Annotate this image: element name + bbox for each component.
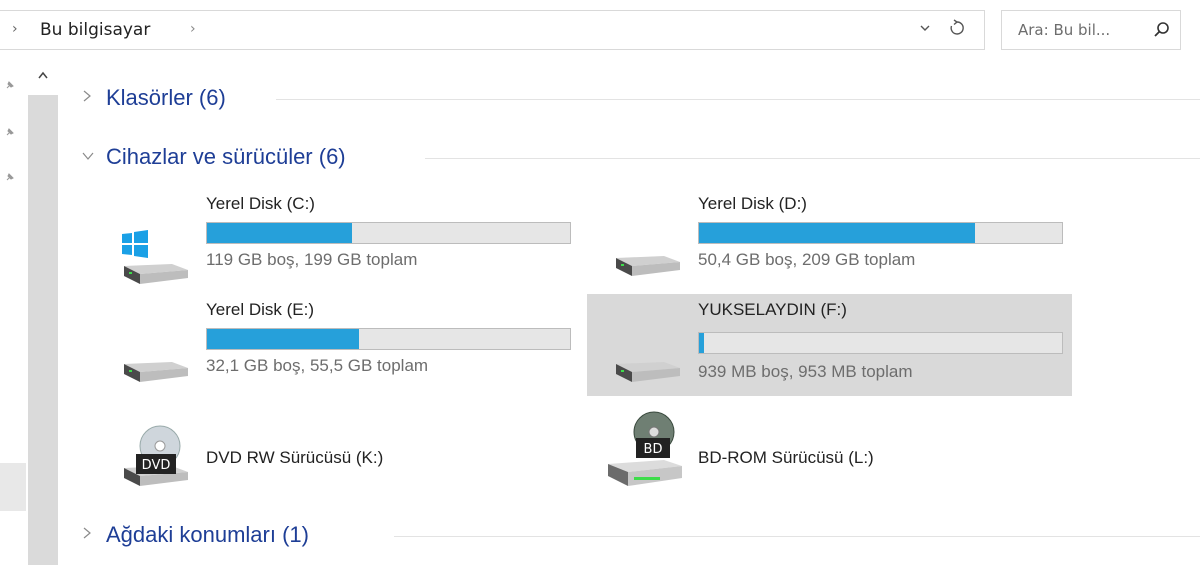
section-folders-header[interactable]: Klasörler (6) (80, 82, 226, 114)
drive-usage-bar (698, 332, 1063, 354)
drive-space-text: 939 MB boş, 953 MB toplam (698, 362, 913, 381)
pin-icon[interactable] (4, 168, 16, 181)
nav-pane-item[interactable] (0, 463, 26, 511)
chevron-right-icon[interactable] (80, 88, 100, 108)
section-divider (394, 536, 1200, 537)
section-network-header[interactable]: Ağdaki konumları (1) (80, 519, 309, 551)
refresh-icon[interactable] (944, 19, 970, 43)
windows-drive-icon (102, 208, 192, 286)
search-box[interactable]: Ara: Bu bil... (1001, 10, 1181, 50)
drive-usage-fill (207, 223, 353, 243)
drive-name: DVD RW Sürücüsü (K:) (206, 448, 384, 467)
drive-usage-fill (699, 223, 975, 243)
section-divider (425, 158, 1200, 159)
drive-usage-bar (206, 222, 571, 244)
drive-tile-l[interactable]: BD BD-ROM Sürücüsü (L:) (580, 410, 1065, 500)
chevron-down-icon[interactable] (80, 148, 100, 167)
search-icon[interactable] (1152, 20, 1172, 40)
drive-tile-d[interactable]: Yerel Disk (D:) 50,4 GB boş, 209 GB topl… (580, 190, 1065, 292)
drive-tile-k[interactable]: DVD DVD RW Sürücüsü (K:) (88, 410, 573, 500)
drive-tile-f[interactable]: YUKSELAYDIN (F:) 939 MB boş, 953 MB topl… (587, 294, 1072, 396)
section-folders-title: Klasörler (6) (106, 85, 226, 110)
dvd-badge: DVD (142, 458, 171, 473)
pin-icon[interactable] (4, 76, 16, 89)
drive-name: Yerel Disk (D:) (698, 194, 807, 213)
chevron-right-icon[interactable] (80, 525, 100, 545)
drive-space-text: 119 GB boş, 199 GB toplam (206, 250, 418, 269)
drive-usage-bar (698, 222, 1063, 244)
breadcrumb-this-pc[interactable]: Bu bilgisayar (40, 20, 150, 40)
breadcrumb-chevron-icon[interactable]: › (190, 21, 196, 37)
drive-usage-bar (206, 328, 571, 350)
section-network-title: Ağdaki konumları (1) (106, 522, 309, 547)
search-input[interactable]: Ara: Bu bil... (1018, 21, 1110, 39)
nav-scrollbar-thumb[interactable] (28, 95, 58, 565)
drive-space-text: 32,1 GB boş, 55,5 GB toplam (206, 356, 429, 375)
recent-locations-chevron-icon[interactable]: › (12, 21, 18, 37)
pin-icon[interactable] (4, 123, 16, 136)
drive-space-text: 50,4 GB boş, 209 GB toplam (698, 250, 916, 269)
drive-usage-fill (207, 329, 360, 349)
bd-badge: BD (644, 442, 663, 457)
drive-name: Yerel Disk (E:) (206, 300, 315, 319)
bd-drive-icon: BD (594, 404, 684, 486)
drive-usage-fill (699, 333, 705, 353)
chevron-down-icon[interactable] (914, 20, 936, 42)
dvd-drive-icon: DVD (102, 416, 192, 494)
address-bar[interactable]: › Bu bilgisayar › (0, 10, 985, 50)
section-devices-header[interactable]: Cihazlar ve sürücüler (6) (80, 141, 346, 173)
drive-name: BD-ROM Sürücüsü (L:) (698, 448, 874, 467)
hard-drive-icon (594, 314, 684, 392)
drive-name: YUKSELAYDIN (F:) (698, 300, 847, 319)
section-divider (276, 99, 1200, 100)
section-devices-title: Cihazlar ve sürücüler (6) (106, 144, 346, 169)
hard-drive-icon (594, 208, 684, 286)
drive-name: Yerel Disk (C:) (206, 194, 315, 213)
top-bar: › Bu bilgisayar › Ara: Bu bil... (0, 0, 1200, 60)
drive-tile-c[interactable]: Yerel Disk (C:) 119 GB boş, 199 GB topla… (88, 190, 573, 292)
scroll-up-icon[interactable] (33, 66, 53, 86)
drive-tile-e[interactable]: Yerel Disk (E:) 32,1 GB boş, 55,5 GB top… (88, 296, 573, 398)
hard-drive-icon (102, 314, 192, 392)
